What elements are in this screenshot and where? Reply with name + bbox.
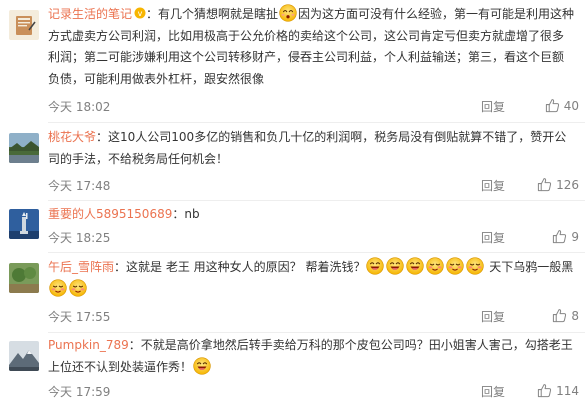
- timestamp: 今天 17:55: [48, 310, 111, 324]
- comment-content: 重要的人5895150689：nb: [48, 204, 575, 226]
- thumbs-up-icon: [552, 229, 567, 244]
- like-count: 9: [571, 229, 579, 244]
- laugh-emoji-icon: [193, 357, 211, 375]
- timestamp: 今天 18:02: [48, 100, 111, 114]
- like-count: 126: [556, 177, 579, 192]
- comment-text: ：有几个猜想啊就是瞎扯: [146, 7, 279, 21]
- like-button[interactable]: 114: [517, 383, 579, 398]
- grin-emoji-icon: [279, 4, 297, 22]
- comment-text: ：nb: [172, 207, 200, 221]
- laugh-emoji-icon: [406, 257, 424, 275]
- comment-item: Pumpkin_789：不就是高价拿地然后转手卖给万科的那个皮包公司吗？田小姐害…: [0, 333, 585, 403]
- shy-emoji-icon: [466, 257, 484, 275]
- nature-avatar-icon: [9, 263, 39, 293]
- comment-footer: 今天 18:25 回复 9: [48, 229, 579, 249]
- like-count: 8: [571, 308, 579, 323]
- comment-text: 天下乌鸦一般黑: [489, 260, 574, 274]
- notebook-avatar-icon: [9, 10, 39, 40]
- vip-badge-icon: v: [134, 7, 146, 19]
- user-avatar[interactable]: [9, 341, 39, 371]
- comment-item: 记录生活的笔记 v ：有几个猜想啊就是瞎扯 因为这方面可没有什么经验，第一有可能是利用…: [0, 0, 585, 123]
- like-count: 114: [556, 383, 579, 398]
- username-link[interactable]: 记录生活的笔记: [48, 7, 132, 21]
- username-link[interactable]: Pumpkin_789: [48, 338, 129, 352]
- user-avatar[interactable]: [9, 263, 39, 293]
- shy-emoji-icon: [426, 257, 444, 275]
- user-avatar[interactable]: [9, 133, 39, 163]
- divider: [48, 252, 585, 253]
- comment-footer: 今天 17:48 回复 126: [48, 177, 579, 197]
- thumbs-up-icon: [552, 308, 567, 323]
- timestamp: 今天 17:48: [48, 179, 111, 193]
- comment-footer: 今天 17:55 回复 8: [48, 308, 579, 328]
- username-link[interactable]: 重要的人5895150689: [48, 207, 172, 221]
- reply-button[interactable]: 回复: [481, 177, 505, 194]
- thumbs-up-icon: [537, 383, 552, 398]
- comment-text: ：这10人公司100多亿的销售和负几十亿的利润啊，税务局没有倒贴就算不错了，赞开…: [48, 130, 567, 166]
- reply-button[interactable]: 回复: [481, 383, 505, 400]
- user-avatar[interactable]: [9, 209, 39, 239]
- comment-content: 记录生活的笔记 v ：有几个猜想啊就是瞎扯 因为这方面可没有什么经验，第一有可能是利用…: [48, 4, 575, 90]
- reply-button[interactable]: 回复: [481, 308, 505, 325]
- like-button[interactable]: 40: [517, 98, 579, 113]
- comment-footer: 今天 17:59 回复 114: [48, 383, 579, 403]
- like-count: 40: [563, 98, 579, 113]
- comment-item: 桃花大爷：这10人公司100多亿的销售和负几十亿的利润啊，税务局没有倒贴就算不错…: [0, 123, 585, 201]
- thumbs-up-icon: [537, 177, 552, 192]
- comment-item: 午后_雪阵雨：这就是 老王 用这种女人的原因？ 帮着洗钱？ 天下乌鸦一般黑 今天…: [0, 255, 585, 333]
- comment-feed: 记录生活的笔记 v ：有几个猜想啊就是瞎扯 因为这方面可没有什么经验，第一有可能是利用…: [0, 0, 585, 403]
- like-button[interactable]: 8: [517, 308, 579, 323]
- timestamp: 今天 17:59: [48, 385, 111, 399]
- username-link[interactable]: 桃花大爷: [48, 130, 96, 144]
- laugh-emoji-icon: [386, 257, 404, 275]
- laugh-emoji-icon: [366, 257, 384, 275]
- comment-text: ：这就是 老王 用这种女人的原因？ 帮着洗钱？: [114, 260, 366, 274]
- shy-emoji-icon: [446, 257, 464, 275]
- user-avatar[interactable]: [9, 10, 39, 40]
- timestamp: 今天 18:25: [48, 231, 111, 245]
- comment-content: 午后_雪阵雨：这就是 老王 用这种女人的原因？ 帮着洗钱？ 天下乌鸦一般黑: [48, 257, 575, 300]
- shy-emoji-icon: [69, 279, 87, 297]
- reply-button[interactable]: 回复: [481, 98, 505, 115]
- landscape-avatar-icon: [9, 133, 39, 163]
- comment-content: Pumpkin_789：不就是高价拿地然后转手卖给万科的那个皮包公司吗？田小姐害…: [48, 335, 575, 378]
- thumbs-up-icon: [545, 98, 560, 113]
- username-link[interactable]: 午后_雪阵雨: [48, 260, 114, 274]
- svg-text:v: v: [138, 9, 143, 18]
- comment-footer: 今天 18:02 回复 40: [48, 98, 579, 118]
- comment-item: 重要的人5895150689：nb 今天 18:25 回复 9: [0, 201, 585, 253]
- like-button[interactable]: 9: [517, 229, 579, 244]
- statue-avatar-icon: [9, 209, 39, 239]
- reply-button[interactable]: 回复: [481, 229, 505, 246]
- mountain-avatar-icon: [9, 341, 39, 371]
- like-button[interactable]: 126: [517, 177, 579, 192]
- comment-content: 桃花大爷：这10人公司100多亿的销售和负几十亿的利润啊，税务局没有倒贴就算不错…: [48, 127, 575, 170]
- shy-emoji-icon: [49, 279, 67, 297]
